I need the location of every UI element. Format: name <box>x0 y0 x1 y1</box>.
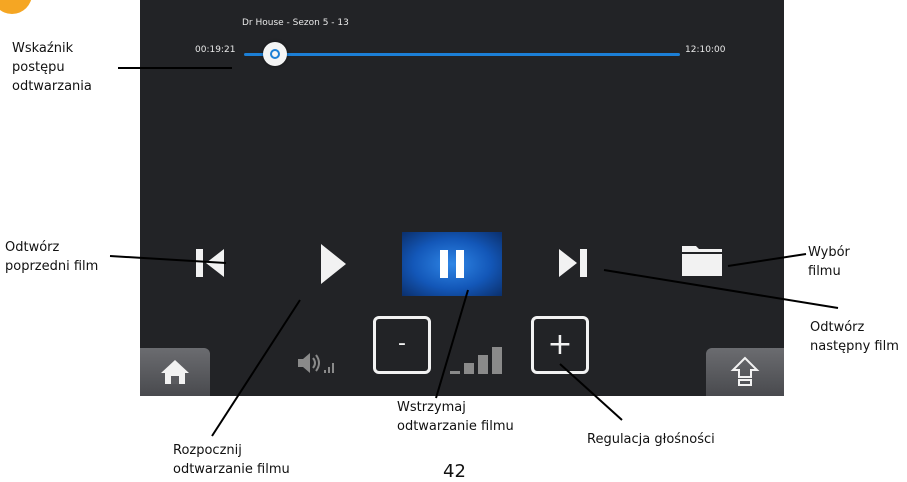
progress-indicator-caption: Wskaźnik postępu odtwarzania <box>12 41 92 94</box>
page-number: 42 <box>443 461 466 482</box>
select-movie-caption: Wybór filmu <box>808 245 850 279</box>
pause-caption: Wstrzymaj odtwarzanie filmu <box>397 400 514 434</box>
volume-caption: Regulacja głośności <box>587 432 715 447</box>
previous-caption: Odtwórz poprzedni film <box>5 240 99 274</box>
play-caption: Rozpocznij odtwarzanie filmu <box>173 443 290 477</box>
next-caption: Odtwórz następny film <box>810 320 899 354</box>
